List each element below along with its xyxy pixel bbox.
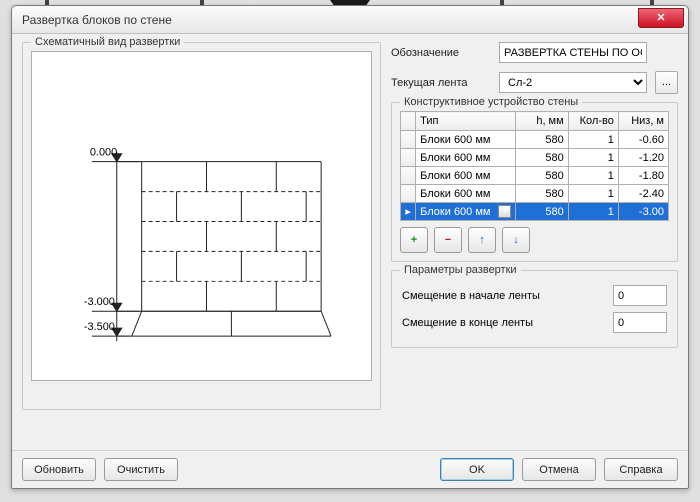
- cell-low[interactable]: -2.40: [618, 185, 668, 203]
- cell-low[interactable]: -0.60: [618, 131, 668, 149]
- svg-text:-3.500: -3.500: [84, 321, 115, 333]
- offset-start-input[interactable]: [613, 285, 667, 306]
- designation-label: Обозначение: [391, 47, 491, 59]
- move-up-button[interactable]: ↑: [468, 227, 496, 253]
- cell-h[interactable]: 580: [516, 167, 568, 185]
- schematic-legend: Схематичный вид развертки: [31, 36, 184, 48]
- table-button-row: + − ↑ ↓: [400, 227, 669, 253]
- window-title: Развертка блоков по стене: [22, 13, 172, 27]
- offset-start-label: Смещение в начале ленты: [402, 290, 613, 302]
- right-pane: Обозначение Текущая лента Сл-2 ... Конст…: [391, 42, 678, 444]
- cell-qty[interactable]: 1: [568, 185, 618, 203]
- table-header-low[interactable]: Низ, м: [618, 112, 668, 131]
- wall-structure-group: Конструктивное устройство стены Тип h, м…: [391, 102, 678, 262]
- cell-type[interactable]: Блоки 600 мм: [416, 131, 516, 149]
- offset-end-row: Смещение в конце ленты: [402, 312, 667, 333]
- table-header-h[interactable]: h, мм: [516, 112, 568, 131]
- table-row[interactable]: Блоки 600 мм5801-0.60: [401, 131, 669, 149]
- arrow-down-icon: ↓: [513, 234, 519, 246]
- row-marker: [401, 149, 416, 167]
- row-marker: [401, 131, 416, 149]
- cell-qty[interactable]: 1: [568, 131, 618, 149]
- tape-more-button[interactable]: ...: [655, 71, 678, 94]
- help-button[interactable]: Справка: [604, 458, 678, 481]
- designation-input[interactable]: [499, 42, 647, 63]
- table-row[interactable]: Блоки 600 мм5801-2.40: [401, 185, 669, 203]
- svg-text:-3.000: -3.000: [84, 296, 115, 308]
- close-button[interactable]: ✕: [638, 8, 684, 28]
- clear-button[interactable]: Очистить: [104, 458, 178, 481]
- cell-type[interactable]: Блоки 600 мм: [416, 167, 516, 185]
- cell-type[interactable]: Блоки 600 мм▾: [416, 203, 516, 221]
- cell-type[interactable]: Блоки 600 мм: [416, 185, 516, 203]
- offset-end-input[interactable]: [613, 312, 667, 333]
- footer: Обновить Очистить OK Отмена Справка: [12, 450, 688, 488]
- offset-start-row: Смещение в начале ленты: [402, 285, 667, 306]
- move-down-button[interactable]: ↓: [502, 227, 530, 253]
- svg-text:0.000: 0.000: [90, 147, 117, 159]
- update-button[interactable]: Обновить: [22, 458, 96, 481]
- offset-end-label: Смещение в конце ленты: [402, 317, 613, 329]
- tape-label: Текущая лента: [391, 77, 491, 89]
- remove-row-button[interactable]: −: [434, 227, 462, 253]
- schematic-svg: 0.000 -3.000 -3.500: [32, 52, 371, 381]
- left-pane: Схематичный вид развертки: [22, 42, 381, 444]
- row-marker: [401, 167, 416, 185]
- tape-select[interactable]: Сл-2: [499, 72, 647, 93]
- designation-row: Обозначение: [391, 42, 678, 63]
- wall-table[interactable]: Тип h, мм Кол-во Низ, м Блоки 600 мм5801…: [400, 111, 669, 221]
- table-row[interactable]: ▸Блоки 600 мм▾5801-3.00: [401, 203, 669, 221]
- cell-qty[interactable]: 1: [568, 149, 618, 167]
- table-row[interactable]: Блоки 600 мм5801-1.20: [401, 149, 669, 167]
- ok-button[interactable]: OK: [440, 458, 514, 481]
- params-group: Параметры развертки Смещение в начале ле…: [391, 270, 678, 348]
- table-header-qty[interactable]: Кол-во: [568, 112, 618, 131]
- row-marker: ▸: [401, 203, 416, 221]
- table-header-type[interactable]: Тип: [416, 112, 516, 131]
- cell-h[interactable]: 580: [516, 131, 568, 149]
- cancel-button[interactable]: Отмена: [522, 458, 596, 481]
- plus-icon: +: [411, 234, 417, 246]
- cell-low[interactable]: -1.20: [618, 149, 668, 167]
- add-row-button[interactable]: +: [400, 227, 428, 253]
- dialog-window: Развертка блоков по стене ✕ Схематичный …: [11, 5, 689, 489]
- cell-qty[interactable]: 1: [568, 203, 618, 221]
- cell-type[interactable]: Блоки 600 мм: [416, 149, 516, 167]
- schematic-preview: 0.000 -3.000 -3.500: [31, 51, 372, 381]
- content-area: Схематичный вид развертки: [12, 34, 688, 450]
- params-legend: Параметры развертки: [400, 264, 521, 276]
- table-row[interactable]: Блоки 600 мм5801-1.80: [401, 167, 669, 185]
- arrow-up-icon: ↑: [479, 234, 485, 246]
- cell-low[interactable]: -1.80: [618, 167, 668, 185]
- cell-h[interactable]: 580: [516, 203, 568, 221]
- close-icon: ✕: [656, 12, 665, 24]
- cell-low[interactable]: -3.00: [618, 203, 668, 221]
- table-header-blank: [401, 112, 416, 131]
- row-marker: [401, 185, 416, 203]
- minus-icon: −: [445, 234, 451, 246]
- wall-structure-legend: Конструктивное устройство стены: [400, 96, 582, 108]
- cell-h[interactable]: 580: [516, 149, 568, 167]
- cell-qty[interactable]: 1: [568, 167, 618, 185]
- title-bar: Развертка блоков по стене ✕: [12, 6, 688, 34]
- schematic-group: Схематичный вид развертки: [22, 42, 381, 410]
- chevron-down-icon[interactable]: ▾: [498, 205, 511, 218]
- cell-h[interactable]: 580: [516, 185, 568, 203]
- tape-row: Текущая лента Сл-2 ...: [391, 71, 678, 94]
